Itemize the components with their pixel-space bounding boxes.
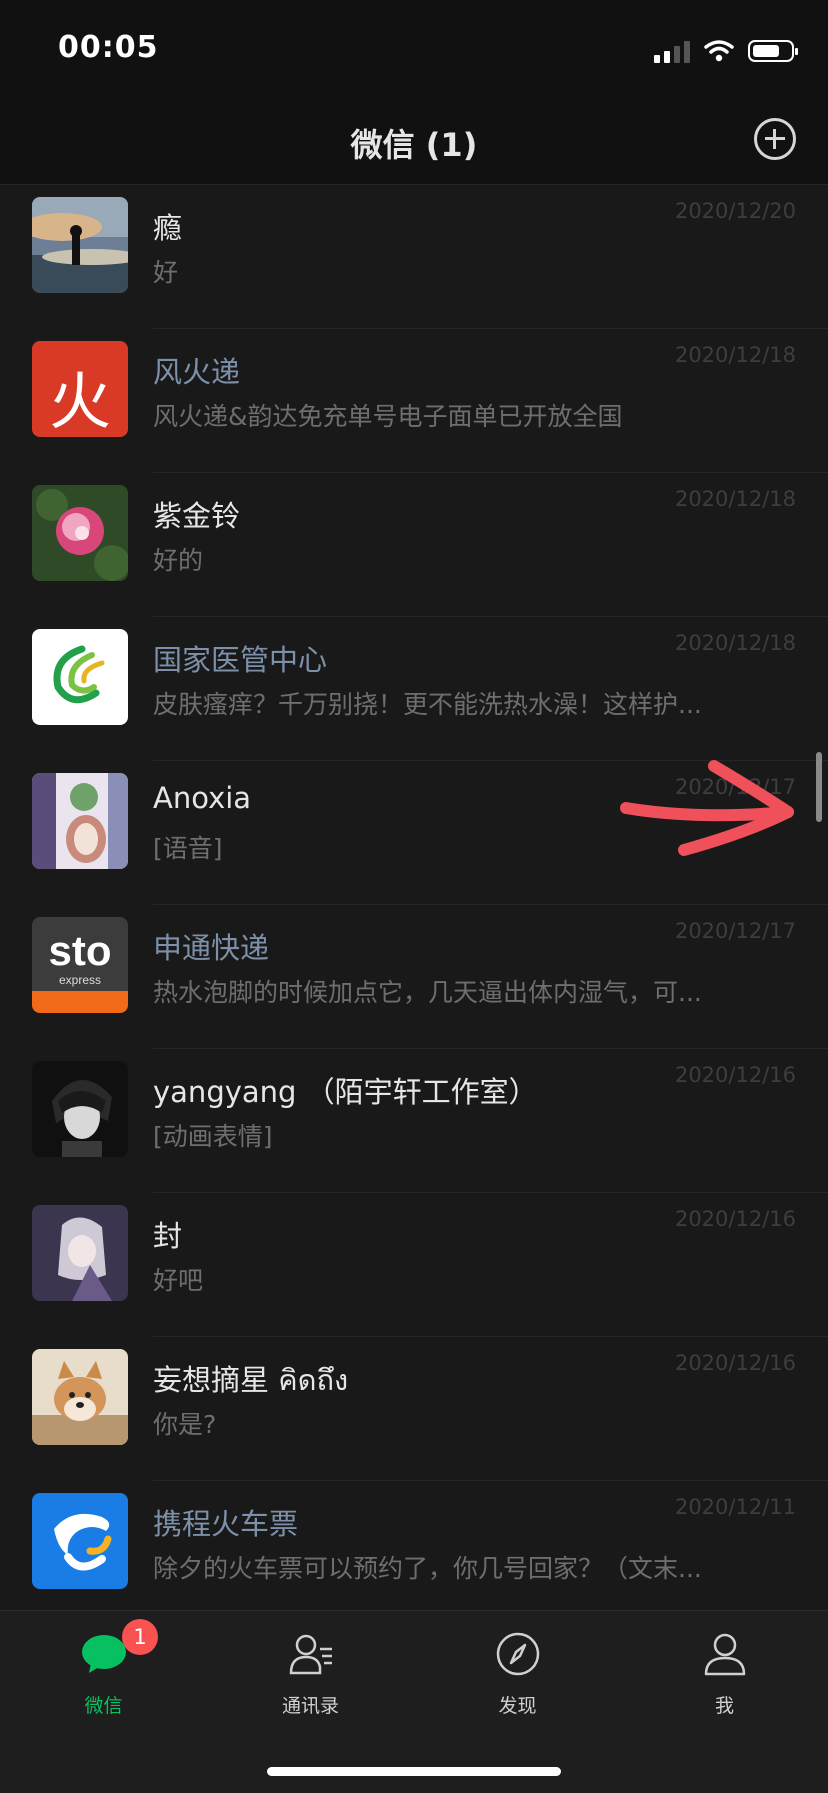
- avatar: [32, 1493, 128, 1589]
- fenghuodi-logo-text: 火: [48, 365, 111, 437]
- dolphin-logo-icon: [54, 1513, 112, 1571]
- chat-date: 2020/12/18: [674, 631, 796, 655]
- sunset-silhouette-icon: [32, 197, 128, 293]
- chat-name: 妄想摘星 คิดถึง: [153, 1363, 349, 1397]
- avatar: 火: [32, 341, 128, 437]
- nav-bar: 微信 (1): [0, 96, 828, 185]
- chat-preview: 除夕的火车票可以预约了，你几号回家？（文末...: [153, 1554, 702, 1583]
- chat-row[interactable]: 瘾 好 2020/12/20: [0, 185, 828, 329]
- chat-name: yangyang （陌宇轩工作室）: [153, 1075, 538, 1109]
- status-icons: [654, 36, 798, 66]
- chat-row[interactable]: 紫金铃 好的 2020/12/18: [0, 473, 828, 617]
- chat-preview: 热水泡脚的时候加点它，几天逼出体内湿气，可...: [153, 978, 702, 1007]
- annotation-arrow-icon: [620, 760, 794, 856]
- add-button[interactable]: [754, 118, 796, 160]
- tab-me[interactable]: 我: [621, 1611, 828, 1731]
- tab-chats[interactable]: 1 微信: [0, 1611, 207, 1731]
- tab-label: 我: [714, 1695, 734, 1717]
- compass-icon: [496, 1632, 540, 1676]
- chat-row[interactable]: 火 风火递 风火递&韵达免充单号电子面单已开放全国 2020/12/18: [0, 329, 828, 473]
- chat-name: 申通快递: [153, 931, 270, 965]
- chat-row[interactable]: 携程火车票 除夕的火车票可以预约了，你几号回家？（文末... 2020/12/1…: [0, 1481, 828, 1610]
- status-time: 00:05: [58, 30, 159, 65]
- shiba-dog-icon: [32, 1349, 128, 1445]
- anime-character-icon: [32, 1205, 128, 1301]
- home-indicator[interactable]: [267, 1767, 561, 1776]
- status-bar: 00:05: [0, 0, 828, 96]
- chat-preview: 好: [153, 258, 179, 287]
- tab-label: 通讯录: [281, 1695, 339, 1717]
- chat-date: 2020/12/16: [674, 1207, 796, 1231]
- unread-badge: 1: [122, 1619, 158, 1655]
- avatar: [32, 773, 128, 869]
- chat-row[interactable]: 妄想摘星 คิดถึง 你是? 2020/12/16: [0, 1337, 828, 1481]
- chat-date: 2020/12/18: [674, 343, 796, 367]
- chat-date: 2020/12/17: [674, 919, 796, 943]
- battery-icon: [748, 40, 798, 62]
- chat-row[interactable]: sto express 申通快递 热水泡脚的时候加点它，几天逼出体内湿气，可..…: [0, 905, 828, 1049]
- chat-date: 2020/12/11: [674, 1495, 796, 1519]
- avatar: [32, 1205, 128, 1301]
- sto-logo-subtext: express: [58, 973, 102, 987]
- chat-bubble-icon: [82, 1635, 126, 1673]
- chat-preview: 好的: [153, 546, 204, 575]
- tab-contacts[interactable]: 通讯录: [207, 1611, 414, 1731]
- peony-flower-icon: [32, 485, 128, 581]
- page-title: 微信 (1): [350, 126, 478, 164]
- green-swirl-logo-icon: [53, 645, 105, 704]
- chat-preview: [动画表情]: [153, 1122, 273, 1151]
- chat-date: 2020/12/16: [674, 1351, 796, 1375]
- signal-icon: [654, 39, 690, 63]
- person-icon: [704, 1633, 746, 1676]
- anime-illustration-icon: [32, 773, 128, 869]
- avatar: [32, 197, 128, 293]
- tab-bar: 1 微信 通讯录 发现 我: [0, 1610, 828, 1793]
- tab-label: 发现: [498, 1695, 537, 1717]
- chat-preview: 你是?: [153, 1410, 217, 1439]
- chat-row[interactable]: yangyang （陌宇轩工作室） [动画表情] 2020/12/16: [0, 1049, 828, 1193]
- sto-logo-text: sto: [48, 927, 112, 974]
- chat-name: 瘾: [153, 211, 183, 245]
- chat-name: Anoxia: [153, 781, 252, 815]
- chat-date: 2020/12/16: [674, 1063, 796, 1087]
- chat-name: 国家医管中心: [153, 643, 328, 677]
- chat-preview: 风火递&韵达免充单号电子面单已开放全国: [153, 402, 623, 431]
- anime-boy-monochrome-icon: [32, 1061, 128, 1157]
- chat-preview: 皮肤瘙痒？千万别挠！更不能洗热水澡！这样护...: [153, 690, 702, 719]
- avatar: [32, 485, 128, 581]
- chat-list[interactable]: 瘾 好 2020/12/20 火 风火递 风火递&韵达免充单号电子面单已开放全国…: [0, 185, 828, 1610]
- avatar: [32, 1349, 128, 1445]
- wifi-icon: [704, 40, 734, 62]
- chat-preview: [语音]: [153, 834, 223, 863]
- chat-row[interactable]: 封 好吧 2020/12/16: [0, 1193, 828, 1337]
- chat-name: 紫金铃: [153, 499, 241, 533]
- chat-name: 携程火车票: [153, 1507, 299, 1541]
- chat-name: 风火递: [153, 355, 241, 389]
- chat-preview: 好吧: [153, 1266, 204, 1295]
- avatar: sto express: [32, 917, 128, 1013]
- tab-label: 微信: [84, 1695, 123, 1717]
- chat-name: 封: [153, 1219, 183, 1253]
- tab-discover[interactable]: 发现: [414, 1611, 621, 1731]
- avatar: [32, 629, 128, 725]
- sto-logo-stripe: [32, 991, 128, 1013]
- avatar: [32, 1061, 128, 1157]
- contacts-icon: [289, 1634, 332, 1675]
- scrollbar-thumb[interactable]: [816, 752, 822, 822]
- chat-row[interactable]: 国家医管中心 皮肤瘙痒？千万别挠！更不能洗热水澡！这样护... 2020/12/…: [0, 617, 828, 761]
- chat-date: 2020/12/20: [674, 199, 796, 223]
- chat-date: 2020/12/18: [674, 487, 796, 511]
